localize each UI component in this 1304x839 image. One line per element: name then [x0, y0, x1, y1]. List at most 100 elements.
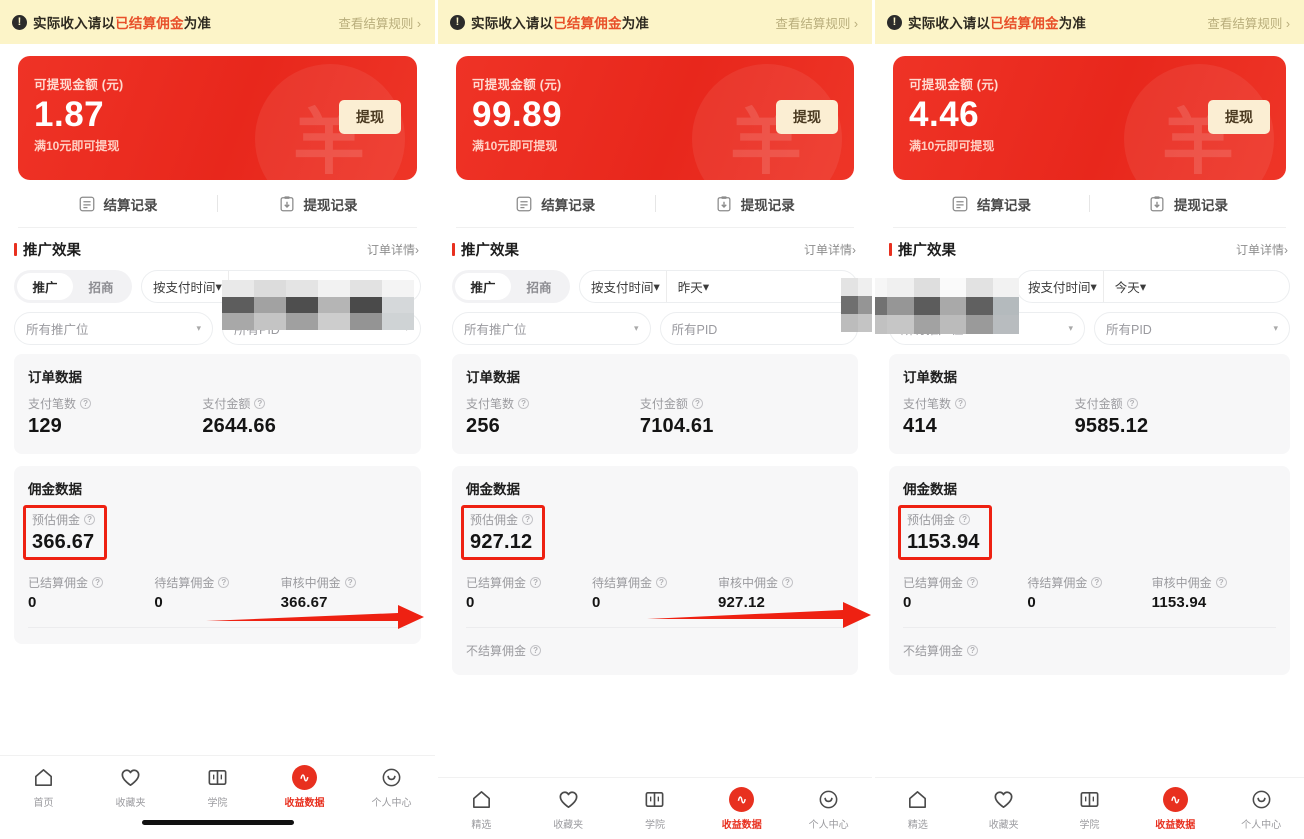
help-icon[interactable]: ?: [656, 577, 667, 588]
nav-item-academy[interactable]: 学院: [1047, 787, 1133, 831]
estimated-commission-wrap: 预估佣金? 1153.94: [898, 505, 1276, 560]
heart-icon: [556, 787, 581, 812]
order-data-title: 订单数据: [903, 370, 957, 385]
metric-label: 预估佣金?: [32, 511, 96, 528]
help-icon[interactable]: ?: [522, 514, 534, 525]
nav-item-favorites[interactable]: 收藏夹: [525, 787, 612, 831]
filters-area-2: 推广 招商 按支付时间 ▾ 昨天 ▾ 所有推广位 ▾ 所有PID: [438, 268, 872, 345]
nav-item-home[interactable]: 精选: [438, 787, 525, 831]
nav-label: 收益数据: [1155, 820, 1196, 831]
date-range-select[interactable]: 昨天 ▾: [667, 277, 857, 296]
help-icon[interactable]: ?: [530, 577, 542, 588]
help-icon[interactable]: ?: [1126, 398, 1138, 409]
nav-item-earnings[interactable]: ∿ 收益数据: [261, 765, 348, 809]
nav-item-academy[interactable]: 学院: [612, 787, 699, 831]
order-metrics: 支付笔数? 414 支付金额? 9585.12: [903, 395, 1276, 438]
pid-select[interactable]: 所有PID ▾: [1094, 312, 1290, 345]
nav-label: 精选: [907, 820, 928, 831]
metric-value: 7104.61: [639, 415, 714, 437]
nav-label: 首页: [33, 798, 54, 809]
help-icon[interactable]: ?: [691, 398, 703, 409]
help-icon[interactable]: ?: [967, 577, 979, 588]
help-icon[interactable]: ?: [80, 398, 92, 409]
view-settlement-rules-link[interactable]: 查看结算规则 ›: [775, 13, 858, 32]
nav-item-favorites[interactable]: 收藏夹: [961, 787, 1047, 831]
nav-item-home[interactable]: 首页: [0, 765, 87, 809]
promo-type-segment[interactable]: 推广 招商: [452, 270, 570, 303]
settlement-records-button[interactable]: 结算记录: [18, 194, 217, 214]
help-icon[interactable]: ?: [92, 577, 104, 588]
promo-section-title: 推广效果: [461, 242, 519, 259]
nav-item-home[interactable]: 精选: [875, 787, 961, 831]
help-icon[interactable]: ?: [518, 398, 530, 409]
settlement-records-button[interactable]: 结算记录: [456, 194, 655, 214]
help-icon[interactable]: ?: [254, 398, 266, 409]
view-settlement-rules-link[interactable]: 查看结算规则 ›: [338, 13, 421, 32]
chevron-down-icon: ▾: [633, 323, 639, 333]
estimated-commission-highlight: 预估佣金? 1153.94: [898, 505, 992, 560]
segment-tab-recruit[interactable]: 招商: [511, 273, 567, 300]
pid-select[interactable]: 所有PID ▾: [659, 312, 858, 345]
time-range-filter[interactable]: 按支付时间 ▾ 昨天 ▾: [579, 270, 858, 303]
help-icon[interactable]: ?: [1091, 577, 1103, 588]
time-mode-select[interactable]: 按支付时间 ▾: [580, 277, 666, 296]
metric-pending-commission: 待结算佣金? 0: [154, 574, 280, 611]
view-settlement-rules-link[interactable]: 查看结算规则 ›: [1207, 13, 1290, 32]
earnings-badge-icon: ∿: [729, 787, 755, 812]
withdraw-records-button[interactable]: 提现记录: [218, 194, 417, 214]
help-icon[interactable]: ?: [84, 514, 96, 525]
date-range-select[interactable]: 今天 ▾: [1104, 277, 1289, 296]
order-details-link[interactable]: 订单详情›: [1236, 241, 1288, 258]
help-icon[interactable]: ?: [955, 398, 967, 409]
nav-item-earnings[interactable]: ∿ 收益数据: [1132, 787, 1218, 831]
help-icon[interactable]: ?: [781, 577, 793, 588]
promo-slot-select[interactable]: 所有推广位 ▾: [452, 312, 651, 345]
segment-tab-promotion[interactable]: 推广: [17, 273, 73, 300]
segment-tab-promotion[interactable]: 推广: [455, 273, 511, 300]
nav-item-favorites[interactable]: 收藏夹: [87, 765, 174, 809]
nav-label: 学院: [1079, 820, 1100, 831]
help-icon[interactable]: ?: [530, 645, 542, 656]
withdraw-button[interactable]: 提现: [776, 100, 838, 134]
promo-slot-select[interactable]: 所有推广位 ▾: [14, 312, 213, 345]
time-range-filter[interactable]: 按支付时间 ▾ 今天 ▾: [1016, 270, 1290, 303]
earnings-badge-icon: ∿: [1162, 787, 1188, 812]
order-details-link[interactable]: 订单详情›: [367, 241, 419, 258]
nav-item-earnings[interactable]: ∿ 收益数据: [698, 787, 785, 831]
order-details-link[interactable]: 订单详情›: [804, 241, 856, 258]
settlement-notice-banner: ! 实际收入请以已结算佣金为准 查看结算规则 ›: [438, 0, 872, 44]
withdraw-button[interactable]: 提现: [1208, 100, 1270, 134]
nav-item-academy[interactable]: 学院: [174, 765, 261, 809]
withdraw-records-button[interactable]: 提现记录: [656, 194, 855, 214]
chevron-right-icon: ›: [852, 242, 856, 257]
segment-tab-recruit[interactable]: 招商: [73, 273, 129, 300]
settlement-records-button[interactable]: 结算记录: [893, 194, 1089, 214]
order-data-title: 订单数据: [28, 370, 82, 385]
metric-pay-count: 支付笔数? 414: [903, 395, 1075, 438]
home-icon: [31, 765, 56, 790]
phone-panel-1: ! 实际收入请以已结算佣金为准 查看结算规则 › 羊 可提现金额 (元) 1.8…: [0, 0, 435, 839]
exclamation-circle-icon: !: [12, 14, 27, 30]
heart-icon: [118, 765, 143, 790]
metric-pay-amount: 支付金额? 2644.66: [202, 395, 407, 438]
help-icon[interactable]: ?: [959, 514, 971, 525]
exclamation-circle-icon: !: [450, 14, 465, 30]
nav-item-profile[interactable]: 个人中心: [1218, 787, 1304, 831]
time-mode-select[interactable]: 按支付时间 ▾: [142, 277, 228, 296]
nav-label: 精选: [471, 820, 492, 831]
withdraw-button[interactable]: 提现: [339, 100, 401, 134]
help-icon[interactable]: ?: [218, 577, 230, 588]
help-icon[interactable]: ?: [1215, 577, 1227, 588]
time-mode-select[interactable]: 按支付时间 ▾: [1017, 277, 1103, 296]
nav-item-profile[interactable]: 个人中心: [348, 765, 435, 809]
clipboard-download-icon: [1148, 195, 1166, 213]
metric-value: 0: [1027, 594, 1036, 611]
metric-value: 0: [466, 594, 475, 611]
nav-item-profile[interactable]: 个人中心: [785, 787, 872, 831]
help-icon[interactable]: ?: [967, 645, 979, 656]
chevron-down-icon: ▾: [196, 323, 201, 333]
estimated-commission-wrap: 预估佣金? 366.67: [23, 505, 407, 560]
promo-type-segment[interactable]: 推广 招商: [14, 270, 132, 303]
help-icon[interactable]: ?: [344, 577, 356, 588]
withdraw-records-button[interactable]: 提现记录: [1090, 194, 1286, 214]
